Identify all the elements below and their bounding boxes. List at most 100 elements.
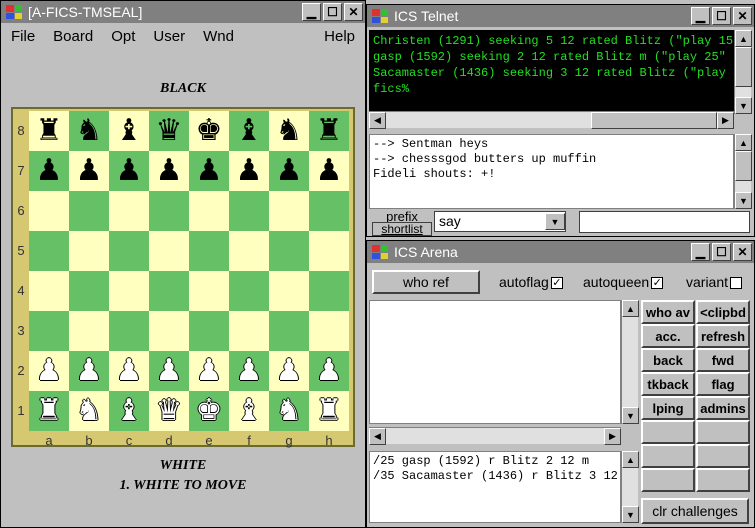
command-select[interactable]: say ▼ xyxy=(434,211,566,232)
white-pawn-icon[interactable]: ♟ xyxy=(29,351,69,391)
who-ref-button[interactable]: who ref xyxy=(372,270,480,294)
square-f5[interactable] xyxy=(229,231,269,271)
scroll-up-icon[interactable]: ▲ xyxy=(735,30,752,47)
white-king-icon[interactable]: ♚ xyxy=(189,391,229,431)
white-pawn-icon[interactable]: ♟ xyxy=(189,351,229,391)
board-titlebar[interactable]: [A-FICS-TMSEAL] ▁ ☐ ✕ xyxy=(1,1,365,23)
maximize-button[interactable]: ☐ xyxy=(712,7,731,25)
square-e4[interactable] xyxy=(189,271,229,311)
windows-logo-icon[interactable] xyxy=(370,7,390,25)
black-pawn-icon[interactable]: ♟ xyxy=(269,151,309,191)
black-king-icon[interactable]: ♚ xyxy=(189,111,229,151)
console-hscroll[interactable]: ◀ ▶ xyxy=(369,111,734,129)
shout-vscroll[interactable]: ▲ ▼ xyxy=(734,134,752,209)
menu-file[interactable]: File xyxy=(1,25,35,47)
square-d4[interactable] xyxy=(149,271,189,311)
arena-command-button[interactable] xyxy=(641,420,695,444)
console-vscroll[interactable]: ▲ ▼ xyxy=(734,30,752,114)
telnet-console[interactable]: Christen (1291) seeking 5 12 rated Blitz… xyxy=(369,30,734,114)
black-pawn-icon[interactable]: ♟ xyxy=(69,151,109,191)
seek-list[interactable]: /25 gasp (1592) r Blitz 2 12 m/35 Sacama… xyxy=(369,451,621,523)
arena-command-button[interactable] xyxy=(696,444,750,468)
autoqueen-toggle[interactable]: autoqueen ✓ xyxy=(583,274,664,290)
square-e3[interactable] xyxy=(189,311,229,351)
menu-board[interactable]: Board xyxy=(35,25,93,47)
command-input[interactable] xyxy=(579,211,750,233)
minimize-button[interactable]: ▁ xyxy=(691,7,710,25)
square-c6[interactable] xyxy=(109,191,149,231)
arena-command-button[interactable]: flag xyxy=(696,372,750,396)
square-f3[interactable] xyxy=(229,311,269,351)
arena-command-button[interactable]: fwd xyxy=(696,348,750,372)
close-button[interactable]: ✕ xyxy=(733,7,752,25)
arena-command-button[interactable]: admins xyxy=(696,396,750,420)
square-b5[interactable] xyxy=(69,231,109,271)
autoqueen-checkbox[interactable]: ✓ xyxy=(651,277,664,290)
scroll-down-icon[interactable]: ▼ xyxy=(622,407,639,424)
windows-logo-icon[interactable] xyxy=(370,243,390,261)
square-c4[interactable] xyxy=(109,271,149,311)
square-e6[interactable] xyxy=(189,191,229,231)
games-hscroll[interactable]: ◀ ▶ xyxy=(369,427,621,445)
arena-command-button[interactable] xyxy=(696,468,750,492)
white-pawn-icon[interactable]: ♟ xyxy=(69,351,109,391)
scroll-left-icon[interactable]: ◀ xyxy=(369,428,386,445)
scroll-right-icon[interactable]: ▶ xyxy=(604,428,621,445)
white-rook-icon[interactable]: ♜ xyxy=(309,391,349,431)
black-pawn-icon[interactable]: ♟ xyxy=(29,151,69,191)
square-b6[interactable] xyxy=(69,191,109,231)
arena-command-button[interactable]: <clipbd xyxy=(696,300,750,324)
square-g3[interactable] xyxy=(269,311,309,351)
square-g6[interactable] xyxy=(269,191,309,231)
black-pawn-icon[interactable]: ♟ xyxy=(149,151,189,191)
square-d3[interactable] xyxy=(149,311,189,351)
white-knight-icon[interactable]: ♞ xyxy=(69,391,109,431)
white-knight-icon[interactable]: ♞ xyxy=(269,391,309,431)
arena-command-button[interactable]: refresh xyxy=(696,324,750,348)
square-b3[interactable] xyxy=(69,311,109,351)
arena-command-button[interactable]: who av xyxy=(641,300,695,324)
arena-command-button[interactable]: lping xyxy=(641,396,695,420)
square-g4[interactable] xyxy=(269,271,309,311)
autoflag-toggle[interactable]: autoflag ✓ xyxy=(499,274,563,290)
close-button[interactable]: ✕ xyxy=(344,3,363,21)
arena-games-list[interactable] xyxy=(369,300,621,424)
black-pawn-icon[interactable]: ♟ xyxy=(189,151,229,191)
menu-wnd[interactable]: Wnd xyxy=(185,25,234,47)
chess-board[interactable]: 8 ♜ ♞ ♝ ♛ ♚ ♝ ♞ ♜ 7 ♟ ♟ ♟ ♟ ♟ ♟ ♟ ♟ 6 5 4 3 2 ♟ ♟ ♟ ♟ ♟ ♟ ♟ ♟ 1 ♜ ♞ ♝ ♛ ♚ ♝ ♞ ♜… xyxy=(11,107,355,448)
clr-challenges-button[interactable]: clr challenges xyxy=(641,498,749,524)
scroll-up-icon[interactable]: ▲ xyxy=(622,300,639,317)
square-g5[interactable] xyxy=(269,231,309,271)
square-f4[interactable] xyxy=(229,271,269,311)
square-a4[interactable] xyxy=(29,271,69,311)
arena-titlebar[interactable]: ICS Arena ▁ ☐ ✕ xyxy=(367,241,754,263)
app-icon[interactable] xyxy=(4,3,24,21)
arena-command-button[interactable]: back xyxy=(641,348,695,372)
games-vscroll[interactable]: ▲ ▼ xyxy=(621,300,639,424)
black-pawn-icon[interactable]: ♟ xyxy=(109,151,149,191)
white-bishop-icon[interactable]: ♝ xyxy=(109,391,149,431)
white-pawn-icon[interactable]: ♟ xyxy=(309,351,349,391)
square-c5[interactable] xyxy=(109,231,149,271)
black-bishop-icon[interactable]: ♝ xyxy=(229,111,269,151)
autoflag-checkbox[interactable]: ✓ xyxy=(550,277,563,290)
scroll-up-icon[interactable]: ▲ xyxy=(735,134,752,151)
close-button[interactable]: ✕ xyxy=(733,243,752,261)
square-b4[interactable] xyxy=(69,271,109,311)
seek-vscroll[interactable]: ▲ ▼ xyxy=(621,451,639,523)
white-pawn-icon[interactable]: ♟ xyxy=(269,351,309,391)
white-rook-icon[interactable]: ♜ xyxy=(29,391,69,431)
scroll-thumb[interactable] xyxy=(591,112,717,129)
square-a5[interactable] xyxy=(29,231,69,271)
arena-command-button[interactable]: acc. xyxy=(641,324,695,348)
white-bishop-icon[interactable]: ♝ xyxy=(229,391,269,431)
square-h5[interactable] xyxy=(309,231,349,271)
black-pawn-icon[interactable]: ♟ xyxy=(309,151,349,191)
arena-command-button[interactable] xyxy=(641,468,695,492)
square-h3[interactable] xyxy=(309,311,349,351)
square-h6[interactable] xyxy=(309,191,349,231)
square-d6[interactable] xyxy=(149,191,189,231)
square-a6[interactable] xyxy=(29,191,69,231)
variant-toggle[interactable]: variant xyxy=(686,274,743,290)
white-pawn-icon[interactable]: ♟ xyxy=(109,351,149,391)
